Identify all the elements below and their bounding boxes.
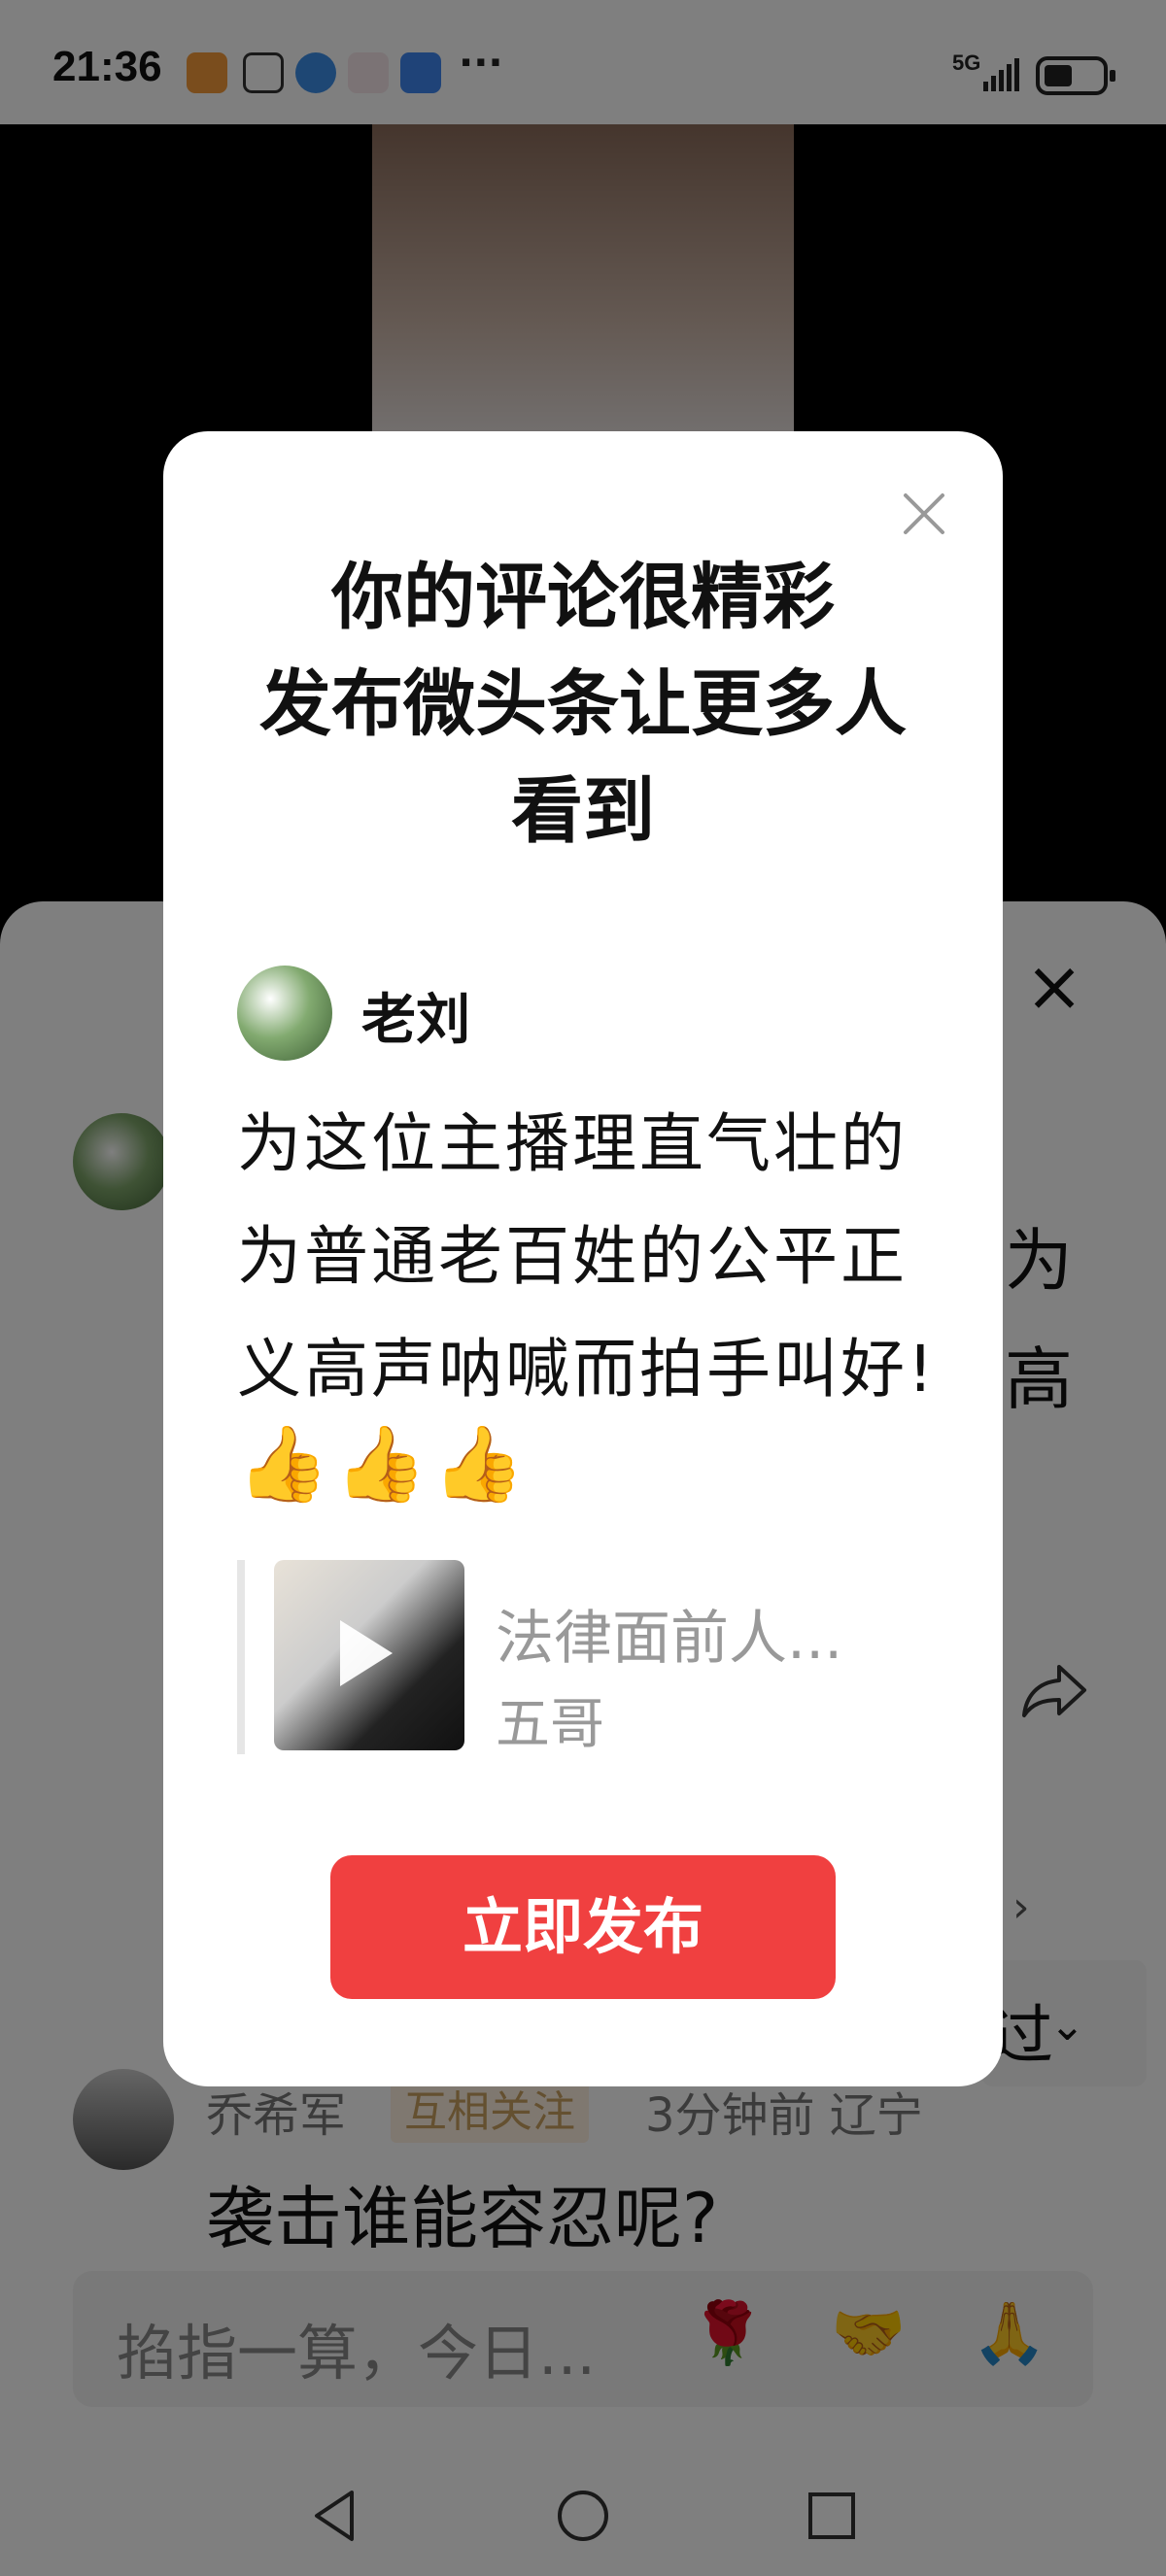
publish-button[interactable]: 立即发布: [330, 1855, 836, 1999]
quote-bar: [237, 1560, 245, 1754]
author-name: 老刘: [361, 989, 470, 1052]
comment-text: 为这位主播理直气壮的为普通老百姓的公平正义高声呐喊而拍手叫好!: [237, 1106, 937, 1407]
dialog-title-line: 发布微头条让更多人: [259, 662, 907, 746]
quoted-video-author: 五哥: [496, 1693, 604, 1756]
thumbs-up-emojis: 👍👍👍: [237, 1420, 531, 1507]
dialog-title: 你的评论很精彩 发布微头条让更多人 看到: [183, 544, 983, 864]
avatar: [237, 966, 332, 1061]
dialog-title-line: 你的评论很精彩: [331, 556, 835, 639]
quoted-video-title: 法律面前人...: [496, 1605, 843, 1673]
close-icon[interactable]: [890, 480, 958, 548]
play-icon: [340, 1620, 393, 1686]
dialog-title-line: 看到: [511, 769, 655, 853]
